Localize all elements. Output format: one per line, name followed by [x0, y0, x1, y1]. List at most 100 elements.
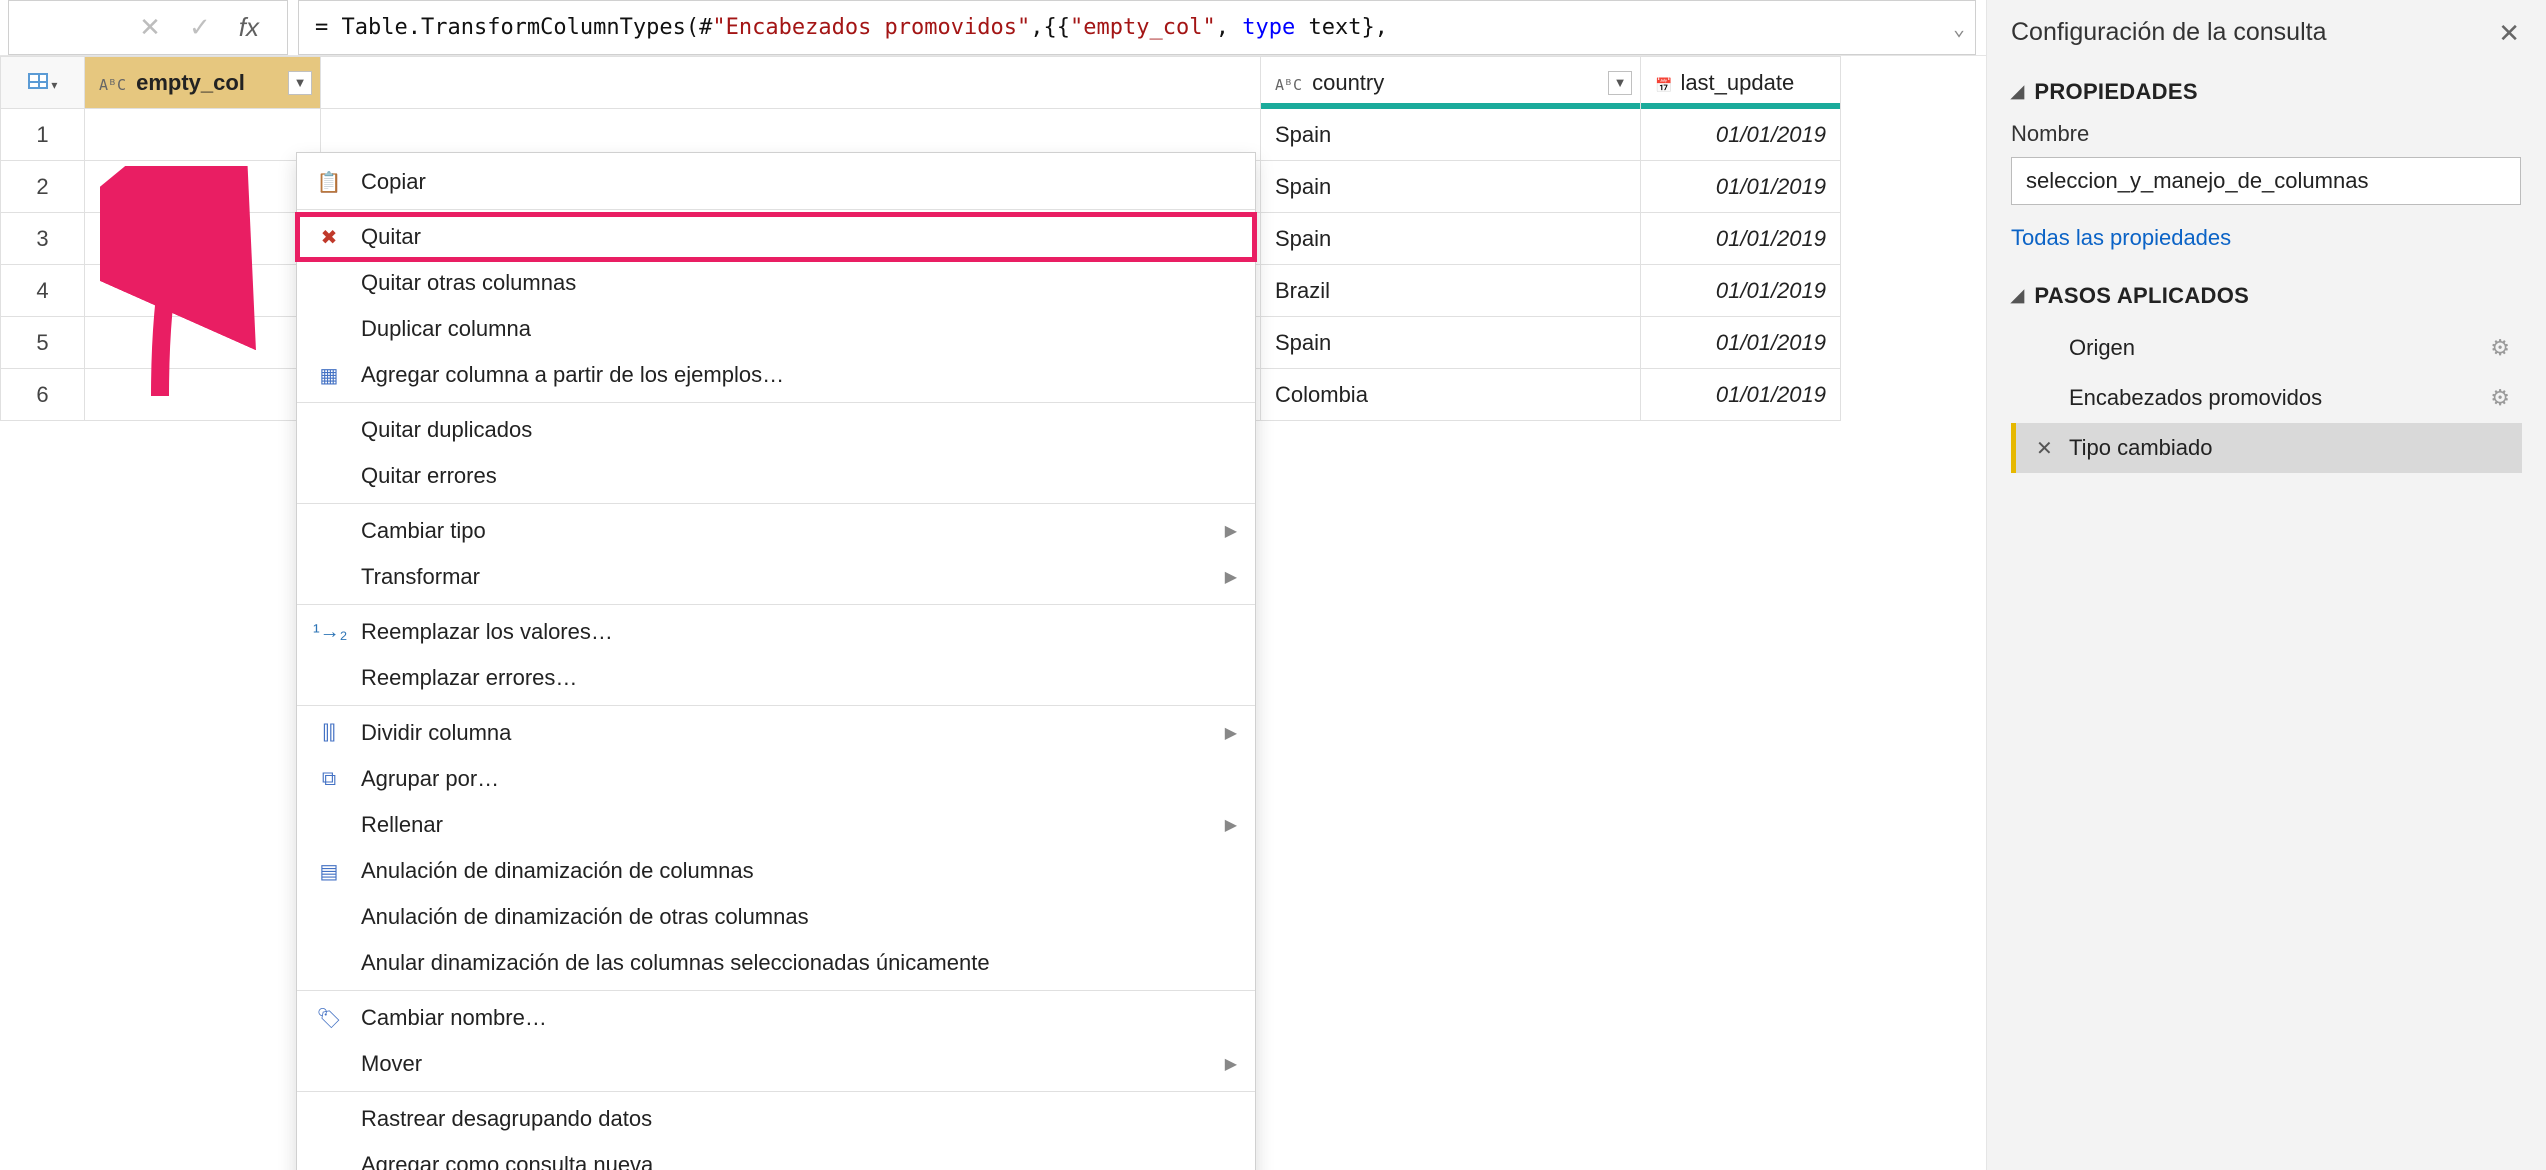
- column-context-menu: 📋Copiar ✖ Quitar Quitar otras columnas Du…: [296, 152, 1256, 1170]
- menu-label: Cambiar nombre…: [361, 1005, 547, 1031]
- collapse-triangle-icon: ◢: [2011, 82, 2024, 102]
- menu-label: Anulación de dinamización de otras colum…: [361, 904, 809, 930]
- column-quality-bar: [1261, 103, 1640, 109]
- menu-label: Reemplazar errores…: [361, 665, 577, 691]
- formula-token-fn: Table.TransformColumnTypes: [342, 15, 686, 40]
- column-name: last_update: [1680, 70, 1794, 95]
- cell-country: Colombia: [1261, 369, 1641, 421]
- cell-date: 01/01/2019: [1641, 317, 1841, 369]
- menu-item-duplicate[interactable]: Duplicar columna: [297, 306, 1255, 352]
- column-quality-bar: [1641, 103, 1840, 109]
- column-filter-dropdown[interactable]: ▼: [1608, 71, 1632, 95]
- confirm-icon[interactable]: ✓: [189, 12, 211, 43]
- menu-label: Copiar: [361, 169, 426, 195]
- cell-date: 01/01/2019: [1641, 213, 1841, 265]
- menu-item-replace-values[interactable]: ¹→₂Reemplazar los valores…: [297, 609, 1255, 655]
- row-number: 2: [1, 161, 85, 213]
- menu-label: Quitar errores: [361, 463, 497, 489]
- delete-step-icon[interactable]: ✕: [2036, 436, 2053, 461]
- menu-separator: [297, 604, 1255, 605]
- menu-item-fill[interactable]: Rellenar▶: [297, 802, 1255, 848]
- data-grid-area: ▾ AᴮCempty_col ▼ AᴮCcountry ▼ 📅last_upda…: [0, 56, 1986, 1170]
- menu-label: Mover: [361, 1051, 422, 1077]
- menu-item-move[interactable]: Mover▶: [297, 1041, 1255, 1087]
- panel-title: Configuración de la consulta: [2011, 18, 2522, 47]
- row-number: 5: [1, 317, 85, 369]
- section-title: PROPIEDADES: [2034, 79, 2197, 105]
- formula-expand-icon[interactable]: ⌄: [1953, 16, 1965, 40]
- menu-label: Transformar: [361, 564, 480, 590]
- row-number: 4: [1, 265, 85, 317]
- step-label: Origen: [2069, 335, 2135, 361]
- menu-separator: [297, 1091, 1255, 1092]
- submenu-chevron-icon: ▶: [1225, 723, 1237, 743]
- menu-item-drill-down[interactable]: Rastrear desagrupando datos: [297, 1096, 1255, 1142]
- column-filter-dropdown[interactable]: ▼: [288, 71, 312, 95]
- menu-item-unpivot[interactable]: ▤ Anulación de dinamización de columnas: [297, 848, 1255, 894]
- menu-label: Reemplazar los valores…: [361, 619, 613, 645]
- menu-label: Quitar: [361, 224, 421, 250]
- menu-label: Rellenar: [361, 812, 443, 838]
- column-header-empty-col[interactable]: AᴮCempty_col ▼: [85, 57, 321, 109]
- step-label: Encabezados promovidos: [2069, 385, 2322, 411]
- step-label: Tipo cambiado: [2069, 435, 2212, 461]
- menu-label: Duplicar columna: [361, 316, 531, 342]
- menu-item-replace-errors[interactable]: Reemplazar errores…: [297, 655, 1255, 701]
- remove-icon: ✖: [313, 225, 345, 250]
- cell-country: Spain: [1261, 109, 1641, 161]
- unpivot-icon: ▤: [313, 859, 345, 884]
- menu-item-change-type[interactable]: Cambiar tipo▶: [297, 508, 1255, 554]
- applied-step-origen[interactable]: Origen ⚙: [2011, 323, 2522, 373]
- menu-item-add-from-examples[interactable]: ▦Agregar columna a partir de los ejemplo…: [297, 352, 1255, 398]
- cell-country: Spain: [1261, 317, 1641, 369]
- formula-bar: ✕ ✓ fx = Table.TransformColumnTypes(#"En…: [0, 0, 1986, 56]
- formula-input[interactable]: = Table.TransformColumnTypes(#"Encabezad…: [298, 0, 1976, 55]
- formula-token-str: "Encabezados promovidos": [712, 15, 1030, 40]
- cell-date: 01/01/2019: [1641, 369, 1841, 421]
- query-settings-panel: Configuración de la consulta ✕ ◢ PROPIEDA…: [1986, 0, 2546, 1170]
- group-icon: ⧉: [313, 768, 345, 791]
- cancel-icon[interactable]: ✕: [139, 12, 161, 43]
- formula-token-kw: type: [1242, 15, 1295, 40]
- menu-item-transform[interactable]: Transformar ▶: [297, 554, 1255, 600]
- column-header-country[interactable]: AᴮCcountry ▼: [1261, 57, 1641, 109]
- menu-label: Anulación de dinamización de columnas: [361, 858, 754, 884]
- menu-label: Agrupar por…: [361, 766, 499, 792]
- section-title: PASOS APLICADOS: [2034, 283, 2249, 309]
- fx-icon[interactable]: fx: [239, 12, 259, 43]
- column-name: country: [1312, 70, 1384, 95]
- properties-section-header[interactable]: ◢ PROPIEDADES: [2011, 79, 2522, 105]
- menu-item-remove-others[interactable]: Quitar otras columnas: [297, 260, 1255, 306]
- menu-label: Agregar columna a partir de los ejemplos…: [361, 362, 784, 388]
- close-icon[interactable]: ✕: [2498, 18, 2520, 49]
- menu-item-remove-errors[interactable]: Quitar errores: [297, 453, 1255, 499]
- menu-separator: [297, 705, 1255, 706]
- cell-date: 01/01/2019: [1641, 265, 1841, 317]
- menu-item-unpivot-others[interactable]: Anulación de dinamización de otras colum…: [297, 894, 1255, 940]
- menu-label: Cambiar tipo: [361, 518, 486, 544]
- formula-token-eq: =: [315, 15, 342, 40]
- split-icon: ⫿⫿: [313, 722, 345, 745]
- applied-step-tipo-cambiado[interactable]: ✕ Tipo cambiado: [2011, 423, 2522, 473]
- menu-item-group-by[interactable]: ⧉ Agrupar por…: [297, 756, 1255, 802]
- formula-token: ,: [1216, 15, 1243, 40]
- query-name-input[interactable]: [2011, 157, 2521, 205]
- applied-steps-section-header[interactable]: ◢PASOS APLICADOS: [2011, 283, 2522, 309]
- column-header-last-update[interactable]: 📅last_update: [1641, 57, 1841, 109]
- type-icon: AᴮC: [99, 76, 126, 94]
- menu-item-remove[interactable]: ✖ Quitar: [297, 214, 1255, 260]
- menu-item-copy[interactable]: 📋Copiar: [297, 159, 1255, 205]
- menu-item-unpivot-selected[interactable]: Anular dinamización de las columnas sele…: [297, 940, 1255, 986]
- submenu-chevron-icon: ▶: [1225, 567, 1237, 587]
- menu-item-remove-duplicates[interactable]: Quitar duplicados: [297, 407, 1255, 453]
- menu-item-rename[interactable]: 🏷Cambiar nombre…: [297, 995, 1255, 1041]
- menu-item-split-column[interactable]: ⫿⫿Dividir columna▶: [297, 710, 1255, 756]
- menu-separator: [297, 990, 1255, 991]
- all-properties-link[interactable]: Todas las propiedades: [2011, 225, 2231, 251]
- gear-icon[interactable]: ⚙: [2490, 335, 2510, 361]
- applied-step-encabezados[interactable]: Encabezados promovidos ⚙: [2011, 373, 2522, 423]
- select-all-corner[interactable]: ▾: [1, 57, 85, 109]
- column-header-hidden-area: [321, 57, 1261, 109]
- menu-item-add-as-query[interactable]: Agregar como consulta nueva: [297, 1142, 1255, 1170]
- gear-icon[interactable]: ⚙: [2490, 385, 2510, 411]
